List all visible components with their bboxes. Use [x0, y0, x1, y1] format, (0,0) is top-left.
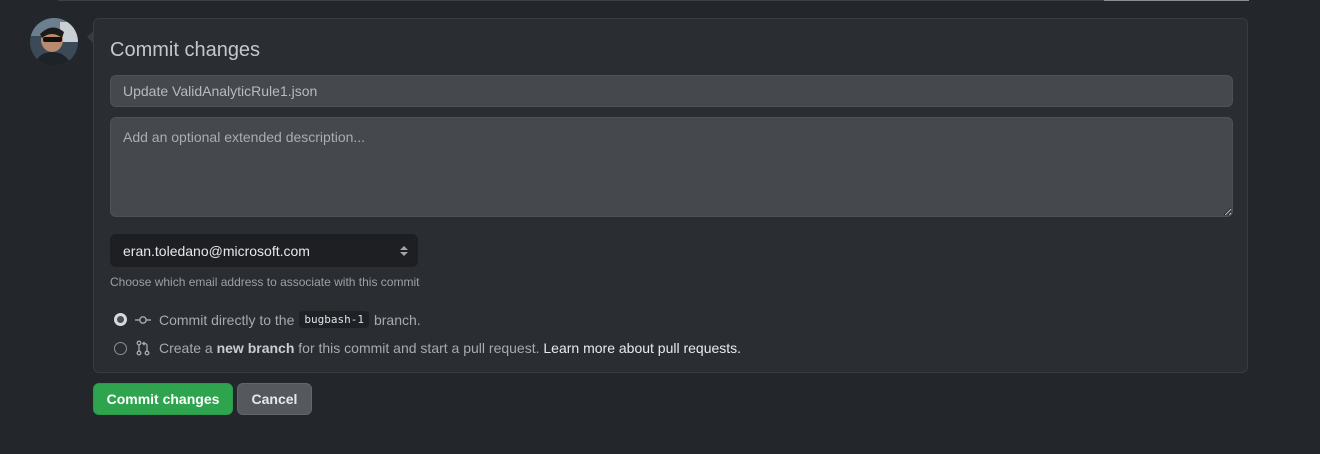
commit-email-note: Choose which email address to associate … [110, 275, 420, 289]
commit-form-title: Commit changes [110, 39, 261, 61]
commit-direct-option[interactable]: Commit directly to the bugbash-1 branch. [114, 311, 421, 328]
branch-name: bugbash-1 [299, 311, 369, 328]
new-branch-middle: for this commit and start a pull request… [298, 340, 540, 356]
commit-changes-button[interactable]: Commit changes [93, 383, 233, 415]
git-pull-request-icon [135, 340, 151, 356]
select-arrows-icon [400, 245, 408, 256]
cancel-button[interactable]: Cancel [237, 383, 312, 415]
new-branch-emphasis: new branch [216, 340, 295, 356]
avatar-image [30, 18, 78, 66]
new-branch-prefix: Create a [159, 340, 213, 356]
commit-new-branch-option[interactable]: Create a new branch for this commit and … [114, 340, 741, 356]
pull-request-learn-more-link[interactable]: Learn more about pull requests. [543, 340, 741, 356]
commit-new-branch-radio[interactable] [114, 341, 127, 355]
avatar[interactable] [30, 18, 78, 66]
commit-description-textarea[interactable] [110, 117, 1233, 217]
commit-email-value: eran.toledano@microsoft.com [123, 242, 310, 259]
top-divider [58, 0, 1249, 1]
commit-summary-input[interactable] [110, 75, 1233, 107]
commit-direct-suffix: branch. [373, 311, 421, 328]
commit-email-select[interactable]: eran.toledano@microsoft.com [110, 234, 418, 267]
top-divider-highlight [1104, 0, 1249, 1]
commit-direct-prefix: Commit directly to the [159, 311, 295, 328]
git-commit-icon [135, 312, 151, 328]
commit-form-card: Commit changes eran.toledano@microsoft.c… [93, 18, 1248, 373]
commit-direct-radio[interactable] [114, 313, 127, 326]
